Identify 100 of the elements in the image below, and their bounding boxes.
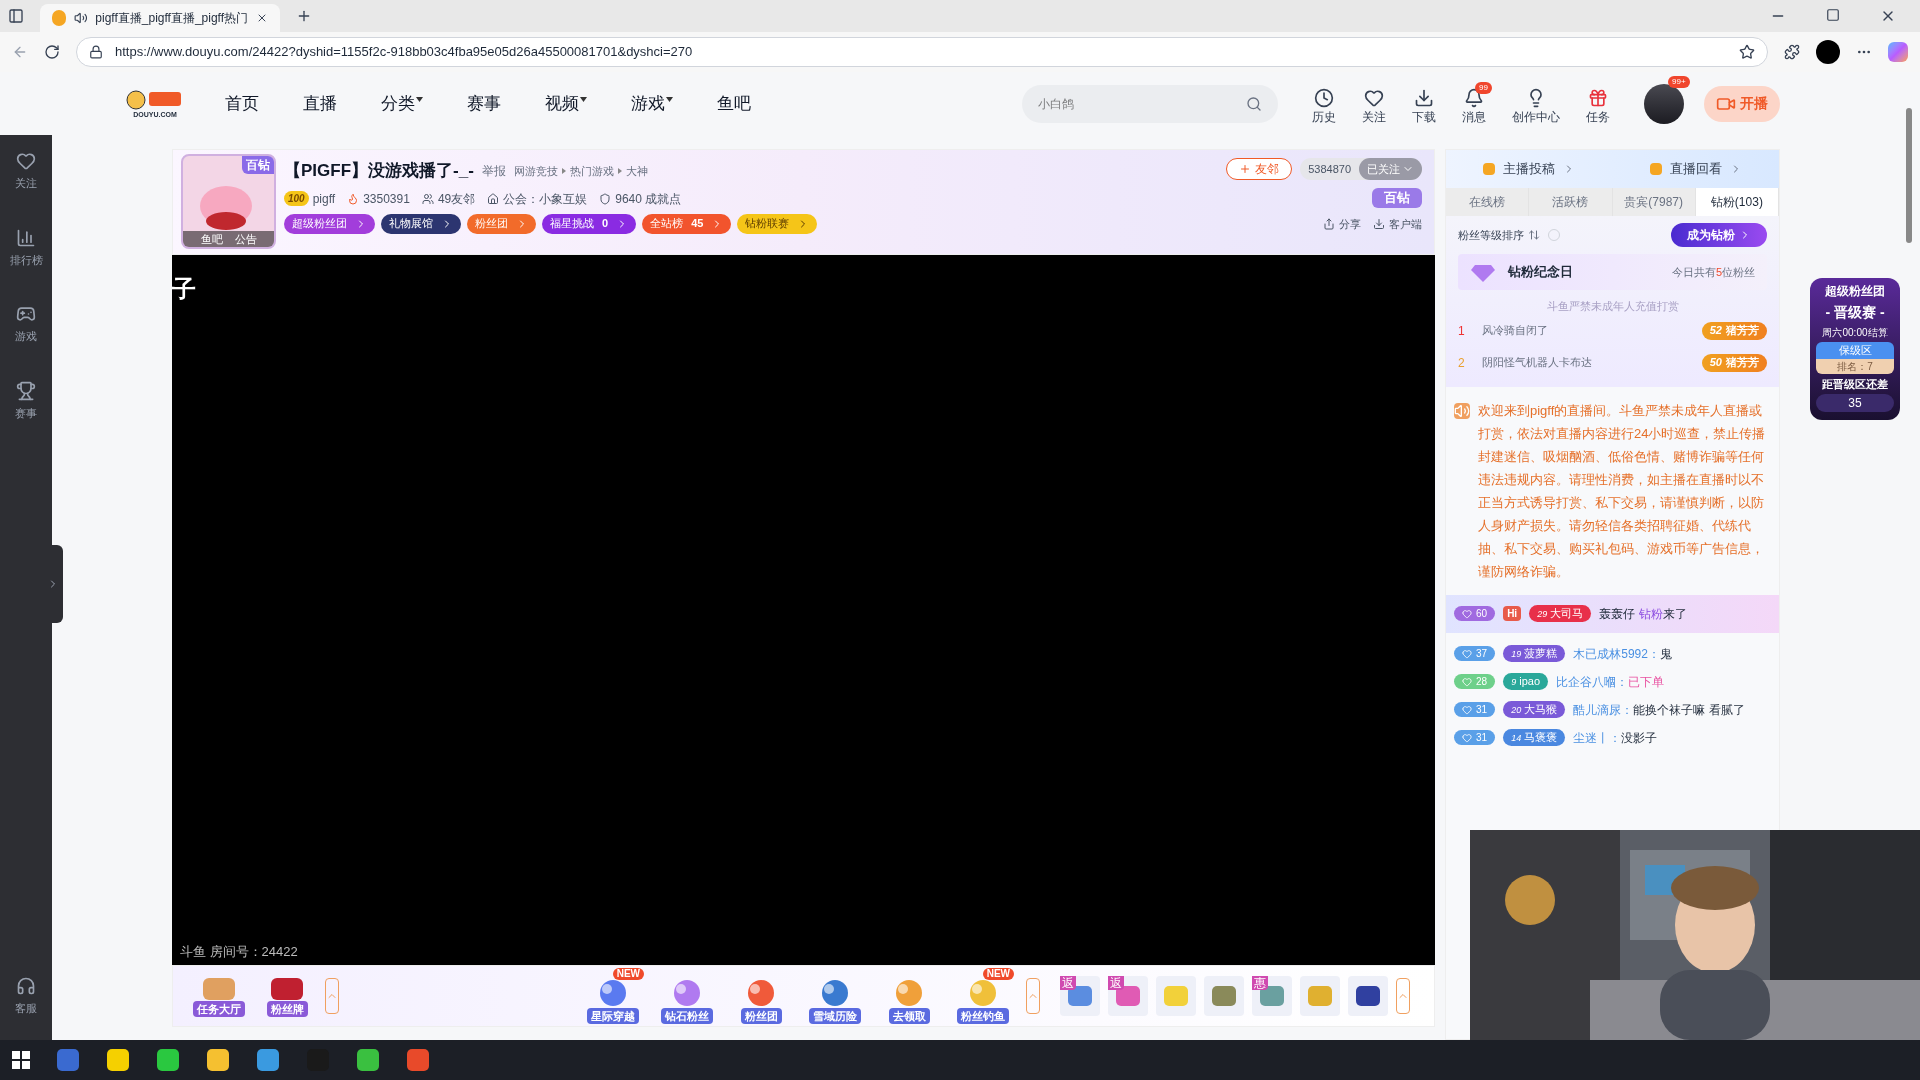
nav-link[interactable]: 游戏 bbox=[631, 90, 673, 117]
become-fan-button[interactable]: 成为钻粉 bbox=[1671, 223, 1767, 247]
friend-button[interactable]: 友邻 bbox=[1226, 158, 1293, 180]
restore-icon[interactable] bbox=[1826, 8, 1840, 22]
panel-link[interactable]: 直播回看 bbox=[1669, 159, 1722, 179]
sidebar-item[interactable]: 客服 bbox=[15, 975, 37, 1016]
favorite-icon[interactable] bbox=[1739, 44, 1755, 60]
nav-link[interactable]: 首页 bbox=[225, 90, 259, 117]
user-avatar[interactable] bbox=[1644, 83, 1684, 124]
activity-button[interactable]: 去领取 bbox=[878, 967, 940, 1025]
app-icon[interactable] bbox=[356, 1048, 380, 1072]
new-tab-icon[interactable] bbox=[296, 8, 312, 24]
address-bar[interactable]: https://www.douyu.com/24422?dyshid=1155f2c-918bb03c4fba95e05d26a45500081701&dyshci=270 bbox=[76, 37, 1768, 67]
level-badge: 60 bbox=[1454, 606, 1496, 621]
app-icon[interactable] bbox=[256, 1048, 280, 1072]
speaker-icon[interactable] bbox=[73, 10, 88, 26]
sidebar-item[interactable]: 关注 bbox=[15, 151, 37, 192]
extensions-icon[interactable] bbox=[1784, 44, 1800, 60]
toolbar-item[interactable]: 关注 bbox=[1356, 81, 1392, 126]
follow-button[interactable]: 5384870 已关注 bbox=[1300, 158, 1422, 180]
sort-label[interactable]: 粉丝等级排序 bbox=[1458, 226, 1524, 244]
avatar-tab[interactable]: 鱼吧 bbox=[200, 230, 223, 247]
friend-count: 49友邻 bbox=[437, 190, 476, 208]
toolbar-item[interactable]: 历史 bbox=[1306, 81, 1342, 126]
gift-item[interactable]: 返 bbox=[1108, 976, 1148, 1016]
client-link[interactable]: 客户端 bbox=[1389, 215, 1422, 232]
activity-button[interactable]: 雪域历险 bbox=[804, 967, 866, 1025]
tab-actions-icon[interactable] bbox=[8, 8, 24, 24]
app-icon[interactable] bbox=[156, 1048, 180, 1072]
sort-icon[interactable] bbox=[1528, 229, 1540, 241]
activity-button[interactable]: NEW 粉丝钓鱼 bbox=[952, 967, 1014, 1025]
nav-link[interactable]: 视频 bbox=[545, 90, 587, 117]
shield-icon bbox=[599, 192, 612, 205]
caret-icon bbox=[416, 97, 423, 102]
avatar-tab[interactable]: 公告 bbox=[234, 230, 257, 247]
achievement-points: 9640 成就点 bbox=[615, 190, 682, 208]
ranking-row[interactable]: 1 风冷骑自闭了 52 猪芳芳 bbox=[1458, 314, 1767, 347]
activity-pill[interactable]: 全站榜 45 bbox=[642, 213, 732, 234]
gift-item[interactable] bbox=[1348, 976, 1388, 1016]
caret-icon bbox=[617, 167, 622, 174]
activity-button[interactable]: 钻石粉丝 bbox=[656, 967, 718, 1025]
nav-link[interactable]: 直播 bbox=[303, 90, 337, 117]
ranking-tab[interactable]: 在线榜 bbox=[1446, 188, 1530, 216]
copilot-icon[interactable] bbox=[1888, 42, 1908, 62]
new-badge: NEW bbox=[612, 967, 644, 980]
report-link[interactable]: 举报 bbox=[481, 161, 506, 180]
category-link[interactable]: 大神 bbox=[625, 162, 648, 179]
ranking-tab[interactable]: 贵宾(7987) bbox=[1612, 188, 1696, 216]
activity-pill[interactable]: 粉丝团 bbox=[467, 213, 536, 234]
gift-item[interactable]: 惠 bbox=[1252, 976, 1292, 1016]
activity-pill[interactable]: 礼物展馆 bbox=[381, 213, 461, 234]
app-icon[interactable] bbox=[206, 1048, 230, 1072]
ranking-row[interactable]: 2 阴阳怪气机器人卡布达 50 猪芳芳 bbox=[1458, 346, 1767, 379]
activity-pill[interactable]: 福星挑战 0 bbox=[542, 213, 637, 234]
gift-item[interactable]: 返 bbox=[1060, 976, 1100, 1016]
nav-link[interactable]: 分类 bbox=[381, 90, 423, 117]
fan-badge: 9 ipao bbox=[1503, 673, 1548, 690]
scrollbar[interactable] bbox=[1906, 108, 1912, 243]
browser-tab[interactable]: pigff直播_pigff直播_pigff热门 bbox=[40, 4, 280, 32]
feature-button[interactable]: 粉丝牌 bbox=[257, 974, 317, 1018]
profile-icon[interactable] bbox=[1816, 40, 1840, 64]
toolbar-item[interactable]: 任务 bbox=[1580, 81, 1616, 126]
anniversary-title: 钻粉纪念日 bbox=[1508, 263, 1573, 282]
category-link[interactable]: 热门游戏 bbox=[569, 162, 614, 179]
watermark-text: 斗鱼严禁未成年人充值打赏 bbox=[1546, 299, 1679, 314]
activity-pill[interactable]: 钻粉联赛 bbox=[737, 213, 818, 234]
sidebar-item[interactable]: 游戏 bbox=[15, 304, 37, 345]
video-player[interactable]: 子 斗鱼 房间号：24422 bbox=[172, 255, 1435, 965]
nav-link[interactable]: 鱼吧 bbox=[717, 90, 751, 117]
anchor-name[interactable]: pigff bbox=[312, 189, 336, 208]
fan-badge: 29 大司马 bbox=[1529, 605, 1592, 622]
windows-icon[interactable] bbox=[12, 1051, 30, 1069]
fan-club-widget[interactable]: 超级粉丝团 - 晋级赛 - 周六00:00结算 保级区 排名：7 距晋级区还差 35 bbox=[1810, 278, 1900, 420]
fan-count-note: 今日共有5位粉丝 bbox=[1671, 264, 1755, 280]
toolbar-item[interactable]: 下载 bbox=[1406, 81, 1442, 126]
toolbar-item[interactable]: 消息 99 bbox=[1456, 81, 1492, 126]
search-icon[interactable] bbox=[1246, 95, 1262, 112]
category-link[interactable]: 网游竞技 bbox=[513, 162, 558, 179]
count-badge: 99 bbox=[1475, 81, 1492, 94]
share-icon bbox=[1323, 217, 1335, 230]
activity-button[interactable]: 粉丝团 bbox=[730, 967, 792, 1025]
share-link[interactable]: 分享 bbox=[1339, 215, 1361, 232]
ranking-tab[interactable]: 钻粉(103) bbox=[1695, 188, 1779, 216]
feature-button[interactable]: 任务大厅 bbox=[189, 974, 249, 1018]
activity-pill[interactable]: 超级粉丝团 bbox=[284, 213, 375, 234]
chat-message: 木已成林5992：鬼 bbox=[1573, 645, 1672, 663]
app-icon[interactable] bbox=[106, 1048, 130, 1072]
sidebar-item[interactable]: 赛事 bbox=[15, 380, 37, 421]
nav-link[interactable]: 赛事 bbox=[467, 90, 501, 117]
panel-link[interactable]: 主播投稿 bbox=[1503, 159, 1556, 179]
lock-icon bbox=[89, 45, 103, 59]
notice-text: 欢迎来到pigff的直播间。斗鱼严禁未成年人直播或打赏，依法对直播内容进行24小时巡查，禁止传播封建迷信、吸烟酗酒、低俗色情、赌博诈骗等任何违法违规内容。请理性消费，如主播在直播时以不正当方式诱导打赏、私下交易，请谨慎判断，以防人身财产损失。请勿轻信各类招聘征婚、代练代抽、私下交易、购买礼包码、游戏币等广告信息，谨防网络诈骗。 bbox=[1478, 401, 1767, 581]
sidebar-item[interactable]: 排行榜 bbox=[9, 227, 43, 268]
search-field[interactable]: 小白鸽 bbox=[1022, 84, 1278, 123]
activity-button[interactable]: NEW 星际穿越 bbox=[582, 967, 644, 1025]
toolbar-item[interactable]: 创作中心 bbox=[1506, 81, 1566, 126]
reload-icon[interactable] bbox=[44, 44, 60, 60]
ranking-tab[interactable]: 活跃榜 bbox=[1529, 188, 1613, 216]
gift-icon bbox=[1588, 87, 1608, 108]
headset-icon bbox=[16, 975, 36, 996]
